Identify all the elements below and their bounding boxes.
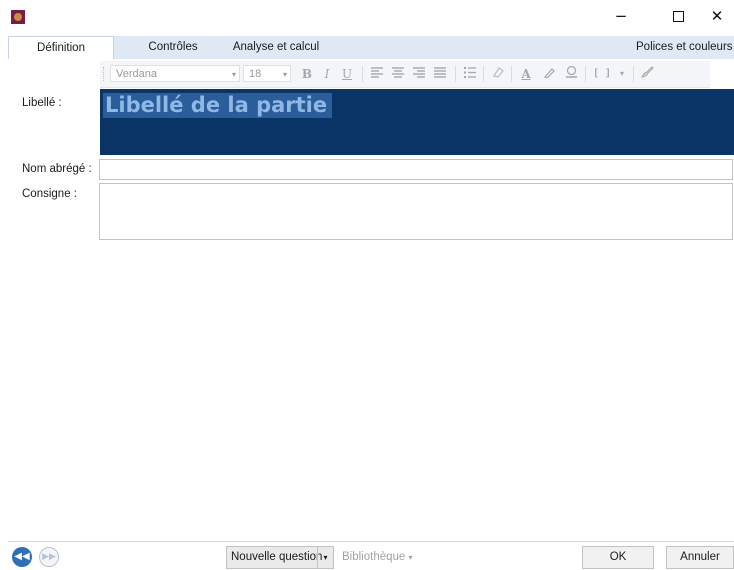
libelle-editor[interactable]: Libellé de la partie <box>100 89 734 155</box>
align-right-icon <box>413 67 425 78</box>
tab-strip: Définition Contrôles Analyse et calcul P… <box>8 36 734 59</box>
consigne-field[interactable] <box>99 183 733 240</box>
maximize-button[interactable] <box>655 0 701 33</box>
bibliotheque-label: Bibliothèque <box>342 551 406 563</box>
rewind-icon: ◀◀ <box>14 551 30 562</box>
bold-button[interactable]: B <box>298 65 316 83</box>
align-center-icon <box>392 67 404 78</box>
font-size-value: 18 <box>249 68 262 80</box>
nom-abrege-label: Nom abrégé : <box>22 163 92 175</box>
format-painter-button[interactable] <box>638 65 656 83</box>
highlight-button[interactable] <box>540 65 558 83</box>
format-toolbar: Verdana ▾ 18 ▾ B I U A [ ] ▾ <box>100 61 710 88</box>
align-left-button[interactable] <box>368 65 386 83</box>
chevron-down-icon: ▾ <box>408 553 413 562</box>
next-button[interactable]: ▶▶ <box>39 547 59 567</box>
align-left-icon <box>371 67 383 78</box>
clear-format-icon <box>493 67 504 78</box>
brackets-dropdown[interactable]: ▾ <box>613 65 631 83</box>
bullet-list-button[interactable] <box>461 65 479 83</box>
fill-color-button[interactable] <box>562 65 580 83</box>
tab-controles[interactable]: Contrôles <box>128 36 218 59</box>
justify-button[interactable] <box>431 65 449 83</box>
footer-divider <box>8 541 734 542</box>
title-bar: − ✕ <box>0 0 734 33</box>
minimize-icon: − <box>614 7 628 25</box>
font-family-select[interactable]: Verdana ▾ <box>110 65 240 82</box>
bullet-list-icon <box>464 67 476 78</box>
consigne-label: Consigne : <box>22 188 77 200</box>
fill-icon <box>565 65 577 78</box>
maximize-icon <box>672 11 684 22</box>
tab-analyse-calcul[interactable]: Analyse et calcul <box>222 36 330 59</box>
font-family-value: Verdana <box>116 68 157 80</box>
toolbar-separator <box>585 66 586 82</box>
italic-button[interactable]: I <box>318 65 336 83</box>
tab-polices-couleurs[interactable]: Polices et couleurs <box>636 36 734 59</box>
font-color-button[interactable]: A <box>517 65 535 83</box>
nouvelle-question-button[interactable]: Nouvelle question ▾ <box>226 546 334 569</box>
libelle-text: Libellé de la partie <box>103 93 333 118</box>
bibliotheque-button[interactable]: Bibliothèque ▾ <box>342 547 413 568</box>
brackets-icon: [ ] <box>592 68 612 79</box>
chevron-down-icon: ▾ <box>231 70 236 79</box>
toolbar-separator <box>362 66 363 82</box>
toolbar-grip[interactable] <box>103 67 106 81</box>
clear-format-button[interactable] <box>489 65 507 83</box>
nouvelle-question-label: Nouvelle question <box>231 551 323 563</box>
nom-abrege-field[interactable] <box>99 159 733 180</box>
ok-button[interactable]: OK <box>582 546 654 569</box>
font-color-icon: A <box>521 67 531 81</box>
highlight-icon <box>544 68 555 79</box>
close-button[interactable]: ✕ <box>700 0 734 33</box>
align-right-button[interactable] <box>410 65 428 83</box>
minimize-button[interactable]: − <box>598 0 644 33</box>
fast-forward-icon: ▶▶ <box>42 552 56 562</box>
align-center-button[interactable] <box>389 65 407 83</box>
chevron-down-icon: ▾ <box>282 70 287 79</box>
paint-brush-icon <box>641 66 654 78</box>
justify-icon <box>434 67 446 78</box>
app-icon <box>11 10 25 24</box>
chevron-down-icon[interactable]: ▾ <box>317 547 333 568</box>
underline-button[interactable]: U <box>338 65 356 83</box>
tab-definition[interactable]: Définition <box>8 36 114 59</box>
toolbar-separator <box>455 66 456 82</box>
cancel-button[interactable]: Annuler <box>666 546 734 569</box>
close-icon: ✕ <box>710 7 724 25</box>
toolbar-separator <box>511 66 512 82</box>
previous-button[interactable]: ◀◀ <box>12 547 32 567</box>
font-size-select[interactable]: 18 ▾ <box>243 65 291 82</box>
toolbar-separator <box>633 66 634 82</box>
libelle-label: Libellé : <box>22 97 62 109</box>
toolbar-separator <box>483 66 484 82</box>
brackets-button[interactable]: [ ] <box>591 65 613 83</box>
